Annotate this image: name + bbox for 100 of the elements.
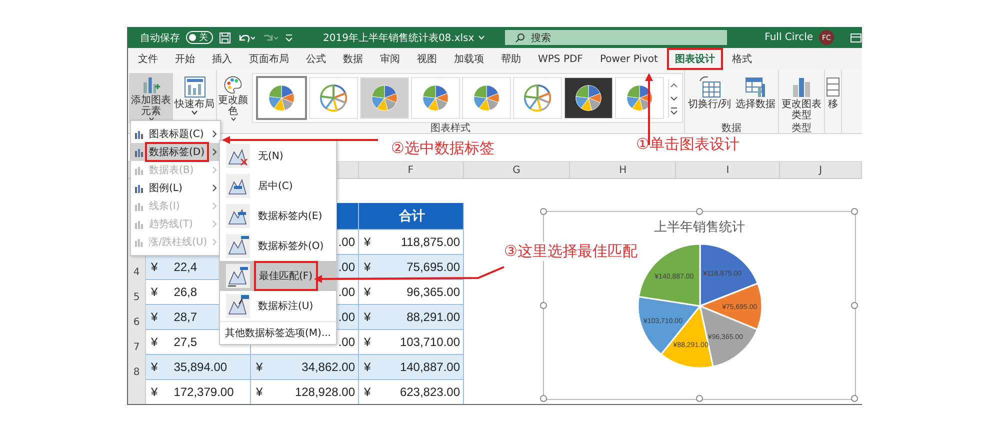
menu-item[interactable]: 数据标注(U) <box>220 291 336 321</box>
ribbon-button[interactable]: 更改颜色 <box>218 73 248 123</box>
resize-handle[interactable] <box>851 208 858 215</box>
currency-symbol: ¥ <box>364 385 371 399</box>
ribbon-button[interactable]: 选择数据 <box>734 73 777 123</box>
ribbon-tab[interactable]: 视图 <box>411 50 443 68</box>
menu-item[interactable]: 其他数据标签选项(M)... <box>220 321 336 344</box>
chevron-right-icon <box>212 130 217 138</box>
menu-item-label: 其他数据标签选项(M)... <box>224 326 332 341</box>
chevron-right-icon <box>212 220 217 228</box>
ribbon-button[interactable]: 切换行/列 <box>686 73 733 123</box>
column-header[interactable]: G <box>464 162 570 178</box>
amount: 172,379.00 <box>174 385 234 399</box>
menu-item[interactable]: 图例(L) <box>131 179 220 197</box>
amount: .00 <box>338 310 355 324</box>
resize-handle[interactable] <box>696 208 702 215</box>
row-header[interactable]: 8 <box>128 355 146 380</box>
menu-item-label: 线条(I) <box>148 200 181 214</box>
group-label: 图表样式 <box>430 123 470 134</box>
resize-handle[interactable] <box>540 302 547 308</box>
amount: 128,928.00 <box>294 385 355 399</box>
window-icon[interactable] <box>850 32 862 42</box>
ribbon-tab[interactable]: 图表设计 <box>668 50 721 68</box>
chart-style-thumbnail[interactable] <box>256 76 307 120</box>
menu-item[interactable]: 数据标签内(E) <box>220 201 336 231</box>
menu-item[interactable]: 居中(C) <box>220 171 336 201</box>
column-header[interactable]: I <box>676 162 780 178</box>
amount: .00 <box>338 260 355 274</box>
move-chart-icon <box>826 75 840 99</box>
file-name: 2019年上半年销售统计表08.xlsx <box>323 32 474 44</box>
ribbon-tab[interactable]: 帮助 <box>495 50 527 68</box>
resize-handle[interactable] <box>851 302 858 308</box>
menu-item-label: 图例(L) <box>148 182 184 196</box>
currency-symbol: ¥ <box>151 310 158 324</box>
amount: .00 <box>338 285 355 299</box>
currency-symbol: ¥ <box>256 360 263 374</box>
data-label-position-icon <box>226 204 250 228</box>
amount: 140,887.00 <box>400 360 460 374</box>
ribbon-button[interactable]: 移 <box>826 73 840 123</box>
resize-handle[interactable] <box>851 395 858 402</box>
menu-item-label: 数据表(B) <box>148 164 195 178</box>
ribbon-tab[interactable]: 页面布局 <box>243 50 295 68</box>
currency-symbol: ¥ <box>151 385 158 399</box>
resize-handle[interactable] <box>540 208 547 215</box>
menu-item[interactable]: 无(N) <box>220 141 336 171</box>
group-label: 类型 <box>792 123 812 134</box>
currency-symbol: ¥ <box>151 360 158 374</box>
data-label-position-icon <box>226 294 250 318</box>
menu-item-label: 趋势线(T) <box>148 218 194 232</box>
caret-icon <box>230 116 236 121</box>
ribbon-tab[interactable]: WPS PDF <box>532 52 589 66</box>
expand-icon[interactable] <box>669 104 679 118</box>
chevron-right-icon <box>212 148 217 156</box>
menu-item-label: 数据标签外(O) <box>257 240 325 254</box>
currency-symbol: ¥ <box>364 360 371 374</box>
caret-icon <box>148 116 154 121</box>
ribbon-tab[interactable]: 格式 <box>726 50 758 68</box>
menu-item[interactable]: 图表标题(C) <box>131 125 220 143</box>
annotation-text: ②选中数据标签 <box>391 139 494 158</box>
amount: 88,291.00 <box>406 310 460 324</box>
save-icon[interactable] <box>219 32 231 44</box>
ribbon-tab[interactable]: 审阅 <box>374 50 406 68</box>
column-header[interactable]: J <box>780 162 862 178</box>
ribbon-button[interactable]: 添加图表元素 <box>129 73 173 123</box>
chevron-right-icon <box>212 184 217 192</box>
resize-handle[interactable] <box>540 395 547 402</box>
customize-icon[interactable] <box>285 32 293 42</box>
ribbon-tab[interactable]: 加载项 <box>448 50 490 68</box>
ribbon-tab[interactable]: 插入 <box>206 50 238 68</box>
search-field[interactable]: 搜索 <box>505 30 728 45</box>
layout-icon <box>182 75 206 99</box>
menu-item[interactable]: 数据标签外(O) <box>220 231 336 261</box>
amount: 118,875.00 <box>400 235 460 249</box>
ribbon-tab[interactable]: 公式 <box>300 50 332 68</box>
chevron-right-icon <box>212 238 217 246</box>
data-label-position-icon <box>226 264 250 288</box>
column-header[interactable]: H <box>570 162 676 178</box>
currency-symbol: ¥ <box>364 285 371 299</box>
row-header[interactable]: 4 <box>128 255 146 280</box>
menu-item[interactable]: 数据标签(D) <box>131 143 220 161</box>
menu-item-label: 最佳匹配(F) <box>256 263 316 289</box>
row-header[interactable]: 6 <box>128 305 146 330</box>
amount: 35,894.00 <box>174 360 228 374</box>
caret-icon <box>191 110 198 115</box>
row-header[interactable]: 5 <box>128 280 146 305</box>
ribbon-tab[interactable]: 数据 <box>337 50 369 68</box>
ribbon-tab[interactable]: Power Pivot <box>594 52 664 66</box>
ribbon-tab[interactable]: 文件 <box>132 50 164 68</box>
resize-handle[interactable] <box>696 395 702 402</box>
ribbon-tab[interactable]: 开始 <box>169 50 201 68</box>
ribbon-button[interactable]: 更改图表类型 <box>780 73 823 123</box>
data-label-position-icon <box>226 144 250 168</box>
column-header[interactable]: F <box>358 162 464 178</box>
amount: 75,695.00 <box>406 260 460 274</box>
data-label-position-icon <box>226 174 250 198</box>
header-cell: 合计 <box>359 203 464 230</box>
row-header[interactable]: 7 <box>128 330 146 355</box>
autosave-toggle[interactable]: 关 <box>186 31 213 44</box>
menu-item[interactable]: 最佳匹配(F) <box>220 261 336 291</box>
caret-icon[interactable] <box>478 35 486 40</box>
